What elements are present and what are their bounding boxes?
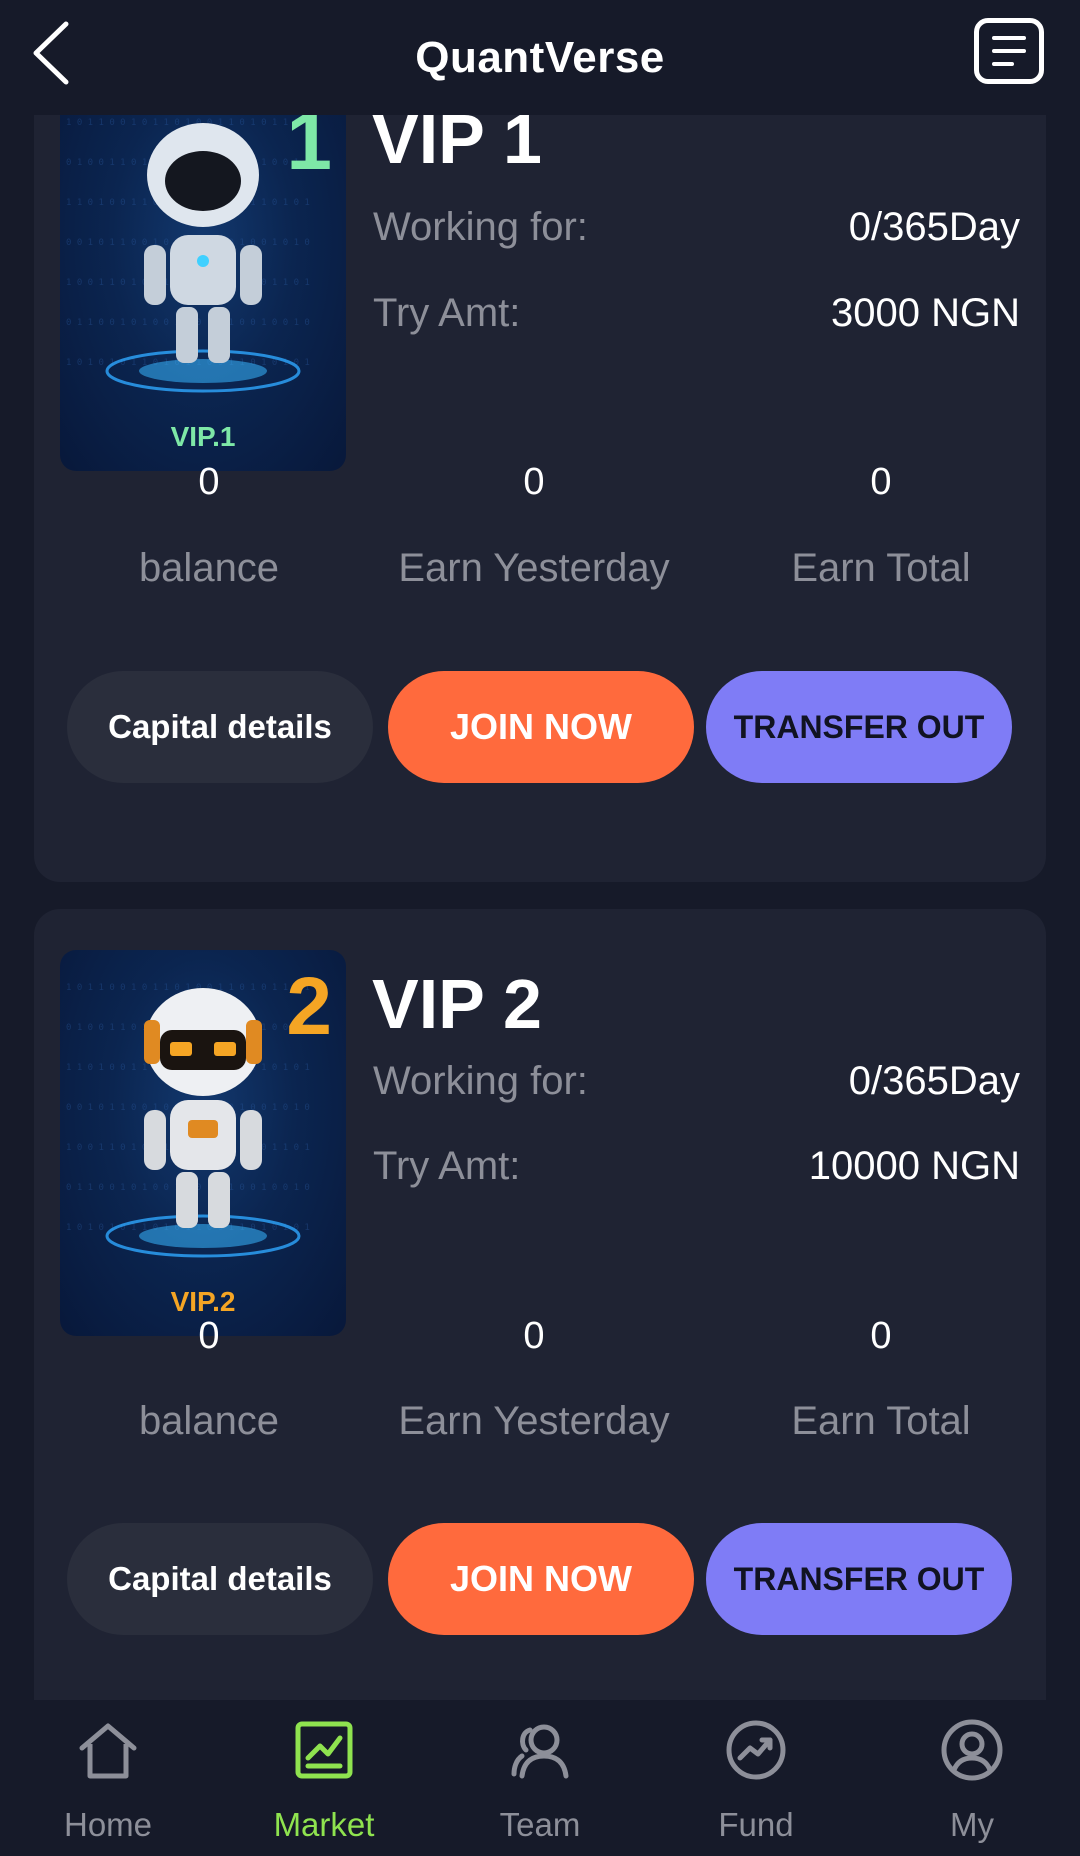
team-icon bbox=[511, 1724, 569, 1779]
nav-label: Market bbox=[273, 1806, 375, 1843]
join-now-button[interactable]: JOIN NOW bbox=[388, 1523, 694, 1635]
vip-1-robot-image: 1 0 1 1 0 0 1 0 1 1 0 1 0 0 1 1 0 1 0 1 … bbox=[60, 115, 346, 471]
nav-label: Fund bbox=[718, 1806, 794, 1843]
nav-team[interactable]: Team bbox=[432, 1700, 648, 1856]
balance-label: balance bbox=[138, 1399, 280, 1443]
nav-label: Home bbox=[63, 1806, 153, 1843]
transfer-out-button[interactable]: TRANSFER OUT bbox=[706, 671, 1012, 783]
working-value: 0/365Day bbox=[848, 1059, 1020, 1103]
balance-label: balance bbox=[138, 546, 280, 590]
earn-yesterday-value: 0 bbox=[523, 1315, 545, 1357]
nav-fund[interactable]: Fund bbox=[648, 1700, 864, 1856]
page-title: QuantVerse bbox=[415, 32, 665, 82]
vip-badge-label: VIP.2 bbox=[170, 1286, 236, 1317]
vip-2-robot-image: 1 0 1 1 0 0 1 0 1 1 0 1 0 0 1 1 0 1 0 1 … bbox=[60, 950, 346, 1336]
nav-label: Team bbox=[499, 1806, 581, 1843]
top-bar: QuantVerse bbox=[0, 0, 1080, 115]
menu-list-icon bbox=[992, 36, 1026, 40]
vip-level-number: 1 bbox=[286, 115, 332, 187]
capital-details-button[interactable]: Capital details bbox=[67, 1523, 373, 1635]
home-icon bbox=[79, 1723, 137, 1779]
bottom-nav: Home Market Team Fund My bbox=[0, 1700, 1080, 1856]
vip-card-2: 1 0 1 1 0 0 1 0 1 1 0 1 0 0 1 1 0 1 0 1 … bbox=[34, 909, 1046, 1700]
working-value: 0/365Day bbox=[848, 205, 1020, 249]
fund-trend-icon bbox=[726, 1720, 786, 1780]
chevron-left-icon bbox=[33, 21, 69, 85]
working-label: Working for: bbox=[373, 1059, 588, 1103]
balance-value: 0 bbox=[198, 1315, 220, 1357]
transfer-out-button[interactable]: TRANSFER OUT bbox=[706, 1523, 1012, 1635]
vip-title: VIP 2 bbox=[372, 965, 542, 1043]
vip-badge-label: VIP.1 bbox=[170, 421, 236, 452]
earn-yesterday-label: Earn Yesterday bbox=[398, 546, 670, 590]
vip-level-number: 2 bbox=[286, 961, 332, 1052]
capital-details-button[interactable]: Capital details bbox=[67, 671, 373, 783]
vip-card-1: 1 0 1 1 0 0 1 0 1 1 0 1 0 0 1 1 0 1 0 1 … bbox=[34, 115, 1046, 882]
try-amt-label: Try Amt: bbox=[373, 1144, 521, 1188]
nav-my[interactable]: My bbox=[864, 1700, 1080, 1856]
user-icon bbox=[941, 1719, 1003, 1781]
vip-title: VIP 1 bbox=[372, 115, 542, 178]
menu-button[interactable] bbox=[974, 18, 1044, 84]
nav-label: My bbox=[950, 1806, 994, 1843]
earn-total-label: Earn Total bbox=[791, 1399, 971, 1443]
balance-value: 0 bbox=[198, 461, 220, 503]
earn-total-value: 0 bbox=[870, 1315, 892, 1357]
back-button[interactable] bbox=[28, 20, 78, 86]
earn-total-label: Earn Total bbox=[791, 546, 971, 590]
nav-home[interactable]: Home bbox=[0, 1700, 216, 1856]
try-amt-value: 3000 NGN bbox=[831, 291, 1020, 335]
working-label: Working for: bbox=[373, 205, 588, 249]
try-amt-label: Try Amt: bbox=[373, 291, 521, 335]
try-amt-value: 10000 NGN bbox=[808, 1144, 1020, 1188]
vip-list[interactable]: 1 0 1 1 0 0 1 0 1 1 0 1 0 0 1 1 0 1 0 1 … bbox=[0, 115, 1080, 1700]
earn-yesterday-value: 0 bbox=[523, 461, 545, 503]
market-chart-icon bbox=[295, 1721, 353, 1779]
nav-market[interactable]: Market bbox=[216, 1700, 432, 1856]
earn-total-value: 0 bbox=[870, 461, 892, 503]
earn-yesterday-label: Earn Yesterday bbox=[398, 1399, 670, 1443]
join-now-button[interactable]: JOIN NOW bbox=[388, 671, 694, 783]
